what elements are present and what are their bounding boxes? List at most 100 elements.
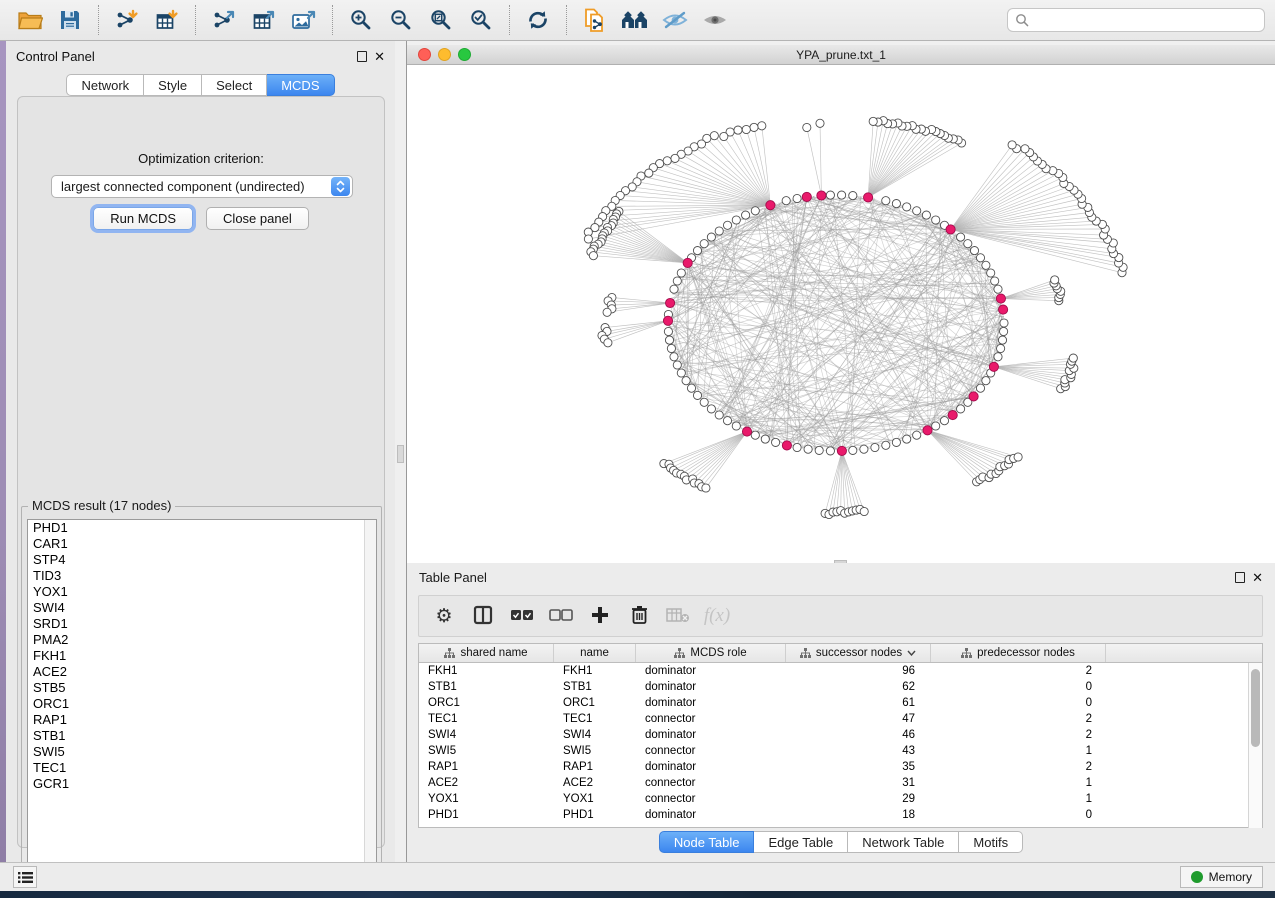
column-header-predecessor-nodes[interactable]: predecessor nodes [931,644,1106,662]
mcds-result-item[interactable]: SWI5 [28,744,376,760]
mcds-result-item[interactable]: FKH1 [28,648,376,664]
node-table: shared namenameMCDS rolesuccessor nodesp… [418,643,1263,828]
mcds-result-item[interactable]: STP4 [28,552,376,568]
mcds-result-item[interactable]: TID3 [28,568,376,584]
column-header-successor-nodes[interactable]: successor nodes [786,644,931,662]
vertical-splitter[interactable] [395,41,407,862]
mcds-result-item[interactable]: PMA2 [28,632,376,648]
mcds-result-item[interactable]: TEC1 [28,760,376,776]
table-toolbar: ⚙f(x) [418,595,1263,637]
table-float-panel-icon[interactable] [1235,572,1245,583]
close-panel-button[interactable]: Close panel [206,207,309,230]
mcds-result-item[interactable]: YOX1 [28,584,376,600]
column-header-MCDS-role[interactable]: MCDS role [636,644,786,662]
table-tab-motifs[interactable]: Motifs [959,831,1023,853]
table-tabs: Node TableEdge TableNetwork TableMotifs [407,831,1275,853]
zoom-out-button[interactable] [381,3,421,37]
export-network-button[interactable] [204,3,244,37]
delete-row-button[interactable] [624,601,654,631]
refresh-icon [526,9,550,31]
table-row[interactable]: ACE2ACE2connector311 [419,775,1262,791]
table-tab-node-table[interactable]: Node Table [659,831,755,853]
export-table-button[interactable] [244,3,284,37]
table-row[interactable]: RAP1RAP1dominator352 [419,759,1262,775]
new-network-from-selection-button[interactable] [575,3,615,37]
criterion-select[interactable]: largest connected component (undirected) [51,175,353,198]
zoom-in-button[interactable] [341,3,381,37]
network-window-titlebar[interactable]: YPA_prune.txt_1 [407,45,1275,65]
table-row[interactable]: ORC1ORC1dominator610 [419,695,1262,711]
mcds-result-item[interactable]: STB5 [28,680,376,696]
close-panel-icon[interactable]: ✕ [374,50,385,63]
show-all-button[interactable] [695,3,735,37]
memory-button[interactable]: Memory [1180,866,1263,888]
toolbar-separator [566,5,567,35]
refresh-button[interactable] [518,3,558,37]
sort-desc-icon [907,647,916,659]
zoom-selected-button[interactable] [461,3,501,37]
panel-menu-button[interactable] [13,866,37,888]
main-area: Control Panel ✕ NetworkStyleSelectMCDS O… [0,41,1275,862]
run-mcds-button[interactable]: Run MCDS [93,207,193,230]
table-row[interactable]: SWI5SWI5connector431 [419,743,1262,759]
hide-selected-button[interactable] [655,3,695,37]
toolbar-separator [332,5,333,35]
cell-mcds_role: dominator [636,809,786,821]
cell-successor_nodes: 18 [786,809,931,821]
network-graph[interactable] [407,65,1275,563]
mcds-result-item[interactable]: SRD1 [28,616,376,632]
add-row-button[interactable] [585,601,615,631]
cell-mcds_role: dominator [636,729,786,741]
table-row[interactable]: STB1STB1dominator620 [419,679,1262,695]
table-tab-network-table[interactable]: Network Table [848,831,959,853]
save-session-button[interactable] [50,3,90,37]
cell-name: PHD1 [554,809,636,821]
search-box[interactable] [1007,8,1265,32]
mcds-result-item[interactable]: ORC1 [28,696,376,712]
mcds-result-item[interactable]: PHD1 [28,520,376,536]
tab-mcds[interactable]: MCDS [267,74,334,96]
first-neighbors-button[interactable] [615,3,655,37]
cell-shared_name: SWI4 [419,729,554,741]
mcds-list-scrollbar[interactable] [364,520,376,871]
mcds-result-item[interactable]: SWI4 [28,600,376,616]
column-header-name[interactable]: name [554,644,636,662]
select-all-button[interactable] [507,601,537,631]
table-row[interactable]: PHD1PHD1dominator180 [419,807,1262,823]
table-close-panel-icon[interactable]: ✕ [1252,571,1263,584]
search-input[interactable] [1034,13,1257,27]
column-header-shared-name[interactable]: shared name [419,644,554,662]
table-row[interactable]: FKH1FKH1dominator962 [419,663,1262,679]
deselect-all-button[interactable] [546,601,576,631]
column-panel-icon [473,605,493,628]
export-image-button[interactable] [284,3,324,37]
table-row[interactable]: TEC1TEC1connector472 [419,711,1262,727]
cell-predecessor_nodes: 1 [931,745,1106,757]
open-session-button[interactable] [10,3,50,37]
mcds-result-item[interactable]: ACE2 [28,664,376,680]
mcds-result-list[interactable]: PHD1CAR1STP4TID3YOX1SWI4SRD1PMA2FKH1ACE2… [27,519,377,872]
float-panel-icon[interactable] [357,51,367,62]
mcds-result-item[interactable]: GCR1 [28,776,376,792]
mcds-result-item[interactable]: CAR1 [28,536,376,552]
table-scrollbar[interactable] [1248,663,1262,828]
import-network-button[interactable] [107,3,147,37]
cell-successor_nodes: 47 [786,713,931,725]
table-settings-button[interactable]: ⚙ [429,601,459,631]
table-row[interactable]: SWI4SWI4dominator462 [419,727,1262,743]
column-panel-button[interactable] [468,601,498,631]
attribute-icon [444,648,455,659]
table-scrollbar-thumb[interactable] [1251,669,1260,747]
network-canvas[interactable] [407,65,1275,563]
splitter-grabber[interactable] [397,445,404,463]
mcds-result-item[interactable]: RAP1 [28,712,376,728]
tab-select[interactable]: Select [202,74,267,96]
tab-style[interactable]: Style [144,74,202,96]
import-table-button[interactable] [147,3,187,37]
zoom-fit-button[interactable] [421,3,461,37]
tab-network[interactable]: Network [66,74,144,96]
table-tab-edge-table[interactable]: Edge Table [754,831,848,853]
table-row[interactable]: YOX1YOX1connector291 [419,791,1262,807]
main-toolbar [0,0,1275,41]
mcds-result-item[interactable]: STB1 [28,728,376,744]
